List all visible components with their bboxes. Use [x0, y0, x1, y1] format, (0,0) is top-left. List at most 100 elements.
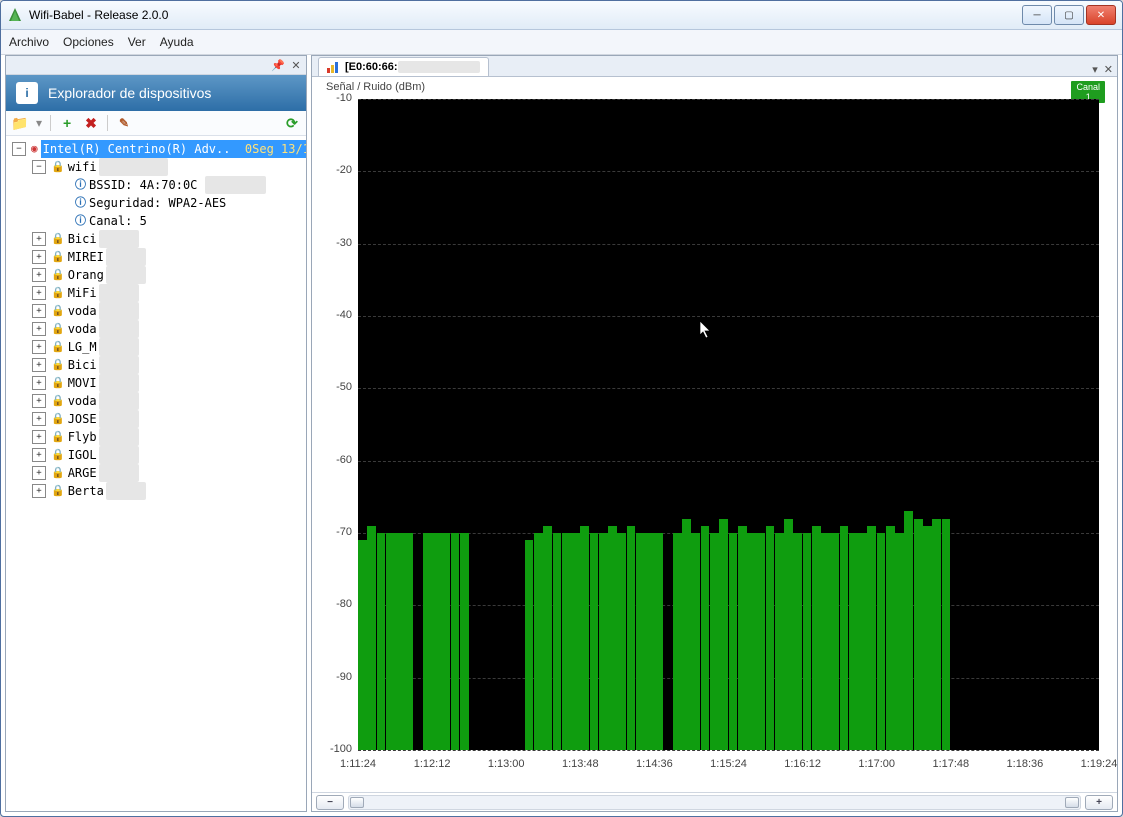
network-row[interactable]: +🔒IGOLxxxxx: [8, 446, 304, 464]
network-row[interactable]: +🔒Orangxxxxx: [8, 266, 304, 284]
collapse-icon[interactable]: −: [32, 160, 46, 174]
security-row[interactable]: ⓘ Seguridad: WPA2-AES: [8, 194, 304, 212]
adapter-row[interactable]: − ◉ Intel(R) Centrino(R) Adv.. 0Seg 13/1…: [8, 140, 304, 158]
network-row[interactable]: +🔒MiFixxxxx: [8, 284, 304, 302]
expand-icon[interactable]: +: [32, 484, 46, 498]
network-label: voda: [68, 320, 97, 338]
network-label: wifi: [68, 158, 97, 176]
signal-bar: [904, 511, 913, 750]
signal-bar: [645, 533, 654, 750]
lock-icon: 🔒: [51, 266, 65, 284]
expand-icon[interactable]: +: [32, 286, 46, 300]
signal-bar: [793, 533, 802, 750]
lock-icon: 🔒: [51, 302, 65, 320]
bssid-row[interactable]: ⓘ BSSID: 4A:70:0C xx xx xx: [8, 176, 304, 194]
y-axis-label: -30: [312, 237, 352, 249]
signal-bar: [738, 526, 747, 750]
pin-icon[interactable]: 📌: [272, 59, 284, 71]
tab-close-icon[interactable]: ✕: [1104, 63, 1113, 76]
signal-bar: [821, 533, 830, 750]
signal-bar: [571, 533, 580, 750]
network-row[interactable]: +🔒vodaxxxxx: [8, 302, 304, 320]
lock-icon: 🔒: [51, 356, 65, 374]
expand-icon[interactable]: +: [32, 322, 46, 336]
menu-ver[interactable]: Ver: [128, 35, 146, 49]
expand-icon[interactable]: +: [32, 358, 46, 372]
expand-icon[interactable]: +: [32, 376, 46, 390]
minimize-button[interactable]: ─: [1022, 5, 1052, 25]
menu-archivo[interactable]: Archivo: [9, 35, 49, 49]
menu-opciones[interactable]: Opciones: [63, 35, 114, 49]
network-row[interactable]: +🔒Bertaxxxxx: [8, 482, 304, 500]
delete-button[interactable]: ✖: [83, 115, 99, 131]
signal-bar: [358, 540, 367, 750]
menu-ayuda[interactable]: Ayuda: [160, 35, 194, 49]
add-button[interactable]: +: [59, 115, 75, 131]
signal-bar: [914, 519, 923, 750]
window-buttons: ─ ▢ ✕: [1022, 5, 1116, 25]
close-button[interactable]: ✕: [1086, 5, 1116, 25]
x-axis-label: 1:17:48: [932, 758, 969, 770]
signal-bar: [858, 533, 867, 750]
network-row[interactable]: +🔒Bicixxxxx: [8, 356, 304, 374]
network-label: MiFi: [68, 284, 97, 302]
channel-row[interactable]: ⓘ Canal: 5: [8, 212, 304, 230]
zoom-in-button[interactable]: +: [1085, 795, 1113, 810]
network-label: voda: [68, 392, 97, 410]
expand-icon[interactable]: +: [32, 430, 46, 444]
collapse-icon[interactable]: −: [12, 142, 26, 156]
document-tab[interactable]: [E0:60:66:xx:xx:xx] xxxxxx: [318, 57, 489, 76]
network-label: ARGE: [68, 464, 97, 482]
network-row-selected[interactable]: − 🔒 wifixxxxxxxxx: [8, 158, 304, 176]
channel-value: 5: [140, 212, 147, 230]
lock-icon: 🔒: [51, 374, 65, 392]
mouse-cursor: [700, 321, 712, 339]
expand-icon[interactable]: +: [32, 394, 46, 408]
network-label: MIREI: [68, 248, 104, 266]
network-row[interactable]: +🔒JOSExxxxx: [8, 410, 304, 428]
window-title: Wifi-Babel - Release 2.0.0: [29, 8, 1022, 22]
expand-icon[interactable]: +: [32, 448, 46, 462]
device-tree[interactable]: − ◉ Intel(R) Centrino(R) Adv.. 0Seg 13/1…: [6, 136, 306, 811]
refresh-icon[interactable]: ⟳: [284, 115, 300, 131]
signal-bar: [404, 533, 413, 750]
signal-chart: Señal / Ruido (dBm) Canal1 -10-20-30-40-…: [312, 77, 1117, 792]
network-row[interactable]: +🔒vodaxxxxx: [8, 392, 304, 410]
signal-bar: [377, 533, 386, 750]
folder-icon[interactable]: 📁: [12, 115, 28, 131]
x-axis-label: 1:14:36: [636, 758, 673, 770]
menubar: Archivo Opciones Ver Ayuda: [1, 30, 1122, 55]
tab-menu-icon[interactable]: ▾: [1092, 63, 1098, 76]
horizontal-scrollbar[interactable]: [348, 795, 1081, 810]
wand-icon[interactable]: ✎: [116, 115, 132, 131]
zoom-out-button[interactable]: −: [316, 795, 344, 810]
network-row[interactable]: +🔒Bicixxxxx: [8, 230, 304, 248]
expand-icon[interactable]: +: [32, 466, 46, 480]
network-row[interactable]: +🔒vodaxxxxx: [8, 320, 304, 338]
network-row[interactable]: +🔒MOVIxxxxx: [8, 374, 304, 392]
plot-area[interactable]: [358, 99, 1099, 750]
bssid-label: BSSID:: [89, 176, 132, 194]
maximize-button[interactable]: ▢: [1054, 5, 1084, 25]
expand-icon[interactable]: +: [32, 250, 46, 264]
signal-icon: [327, 61, 339, 73]
panel-header: i Explorador de dispositivos: [6, 75, 306, 111]
signal-bar: [553, 533, 562, 750]
signal-bar: [849, 533, 858, 750]
network-row[interactable]: +🔒MIREIxxxxx: [8, 248, 304, 266]
network-row[interactable]: +🔒Flybxxxxx: [8, 428, 304, 446]
expand-icon[interactable]: +: [32, 412, 46, 426]
signal-bar: [729, 533, 738, 750]
app-window: Wifi-Babel - Release 2.0.0 ─ ▢ ✕ Archivo…: [0, 0, 1123, 817]
expand-icon[interactable]: +: [32, 268, 46, 282]
lock-icon: 🔒: [51, 446, 65, 464]
expand-icon[interactable]: +: [32, 340, 46, 354]
panel-close-icon[interactable]: ✕: [290, 59, 302, 71]
signal-bar: [367, 526, 376, 750]
network-row[interactable]: +🔒LG_Mxxxxx: [8, 338, 304, 356]
signal-bar: [867, 526, 876, 750]
signal-bar: [840, 526, 849, 750]
network-row[interactable]: +🔒ARGExxxxx: [8, 464, 304, 482]
expand-icon[interactable]: +: [32, 304, 46, 318]
expand-icon[interactable]: +: [32, 232, 46, 246]
